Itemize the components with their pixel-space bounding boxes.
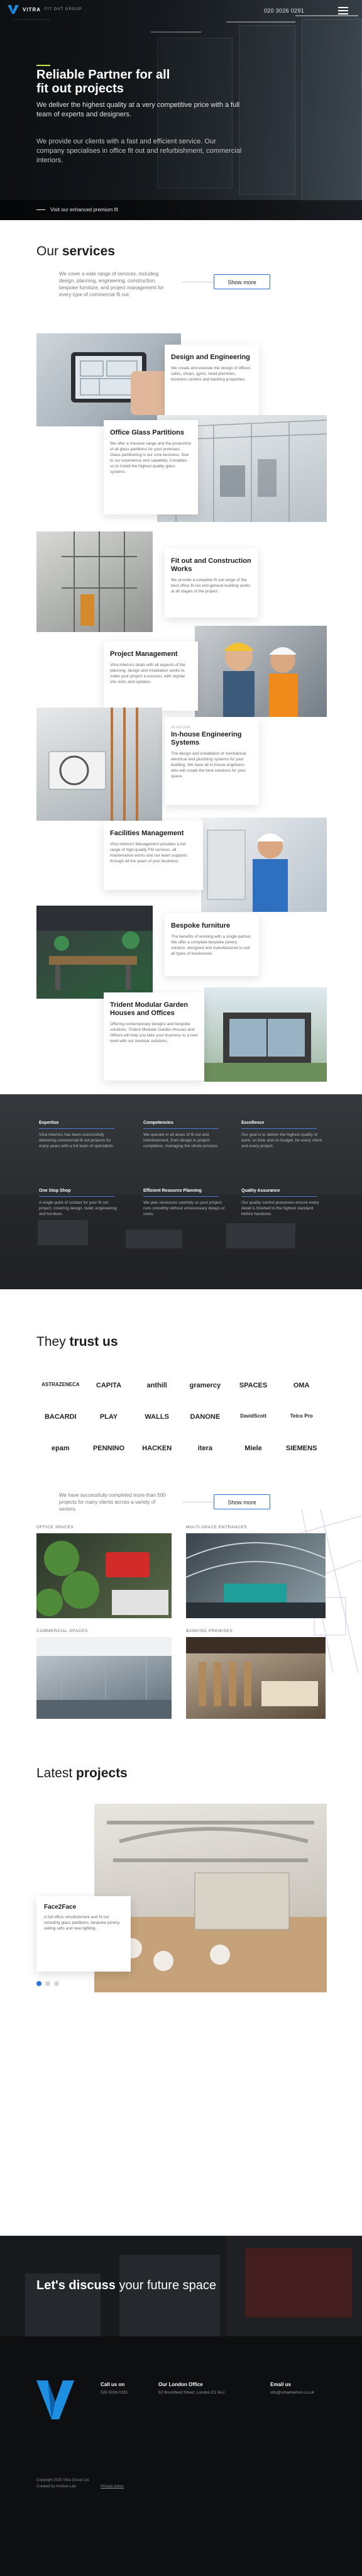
- service-card-furniture[interactable]: Bespoke furniture The benefits of workin…: [165, 913, 259, 976]
- project-category-office[interactable]: OFFICE SPACES: [36, 1525, 74, 1530]
- service-image-pm: [195, 626, 327, 717]
- client-logo: SIEMENS: [285, 1445, 317, 1452]
- service-card-fitout[interactable]: Fit out and Construction Works We provid…: [165, 548, 258, 618]
- service-image-fitout: [36, 531, 153, 632]
- footer-email-link[interactable]: info@vitrainteriors.co.uk: [270, 2390, 346, 2396]
- feature-expertise: Expertise Vitra Interiors has been succe…: [39, 1121, 114, 1148]
- feature-one-stop-shop: One Stop Shop A single point of contact …: [39, 1189, 117, 1216]
- client-logo: Miele: [244, 1445, 262, 1452]
- client-logo: SPACES: [239, 1382, 268, 1389]
- footer-call: Call us on 020 3026 0291: [101, 2382, 163, 2396]
- client-logo: gramercy: [189, 1382, 221, 1389]
- hero-accent-line: [36, 65, 50, 66]
- service-image-garden: [204, 987, 327, 1082]
- cta-section[interactable]: Let's discuss your future space: [0, 2236, 362, 2336]
- footer-made-by[interactable]: Created by Archiee Lab: [36, 2485, 76, 2489]
- project-image-office[interactable]: [36, 1533, 172, 1618]
- feature-quality-assurance: Quality Assurance Our quality control pr…: [241, 1189, 319, 1216]
- hero-title: Reliable Partner for all fit out project…: [36, 68, 170, 96]
- hero-text-2: We provide our clients with a fast and e…: [36, 138, 242, 164]
- footer: Call us on 020 3026 0291 Our London Offi…: [0, 2336, 362, 2576]
- service-image-engineering: [36, 708, 162, 821]
- hero-link[interactable]: Visit our enhanced premium fit: [50, 207, 118, 213]
- client-logo: Telco Pro: [290, 1413, 313, 1419]
- slider-dot-active[interactable]: [36, 1981, 41, 1986]
- services-title: Our services: [36, 244, 115, 258]
- latest-title: Latest projects: [36, 1766, 128, 1780]
- service-card-engineering[interactable]: IN-HOUSE In-house Engineering Systems Th…: [165, 717, 259, 805]
- client-logo: CAPITA: [96, 1382, 122, 1389]
- service-card-garden[interactable]: Trident Modular Garden Houses and Office…: [104, 992, 204, 1080]
- client-logo: PENNINO: [92, 1445, 125, 1452]
- feature-excellence: Excellence Our goal is to deliver the hi…: [241, 1121, 322, 1148]
- brand-logo[interactable]: VITRA FIT OUT GROUP: [8, 5, 82, 14]
- service-image-fm: [201, 818, 327, 912]
- footer-copyright: Copyright 2025 Vitra Group Ltd.: [36, 2479, 90, 2482]
- services-lead: We cover a wide range of services, inclu…: [59, 271, 164, 297]
- service-image-design: [36, 333, 181, 426]
- project-image-entrances[interactable]: [186, 1533, 326, 1618]
- client-logo: ASTRAZENECA: [41, 1382, 80, 1387]
- vitra-logo-icon: [8, 5, 19, 14]
- hero-text-1: We deliver the highest quality at a very…: [36, 101, 240, 118]
- services-show-more-button[interactable]: Show more: [214, 274, 270, 289]
- trust-show-more-button[interactable]: Show more: [214, 1494, 270, 1509]
- project-category-commercial[interactable]: COMMERCIAL SPACES: [36, 1629, 88, 1633]
- footer-privacy-link[interactable]: Privacy policy: [101, 2485, 124, 2489]
- footer-logo-icon[interactable]: [36, 2380, 74, 2419]
- project-category-entrances[interactable]: MULTI-SPACE ENTRANCES: [186, 1525, 247, 1530]
- project-image-banking[interactable]: [186, 1637, 326, 1719]
- hamburger-icon[interactable]: [338, 5, 348, 16]
- client-logo: DANONE: [190, 1413, 221, 1421]
- service-image-furniture: [36, 906, 153, 999]
- nav-phone-link[interactable]: 020 3026 0291: [264, 8, 304, 14]
- client-logo: itera: [197, 1445, 212, 1452]
- slider-dot[interactable]: [54, 1981, 59, 1986]
- hero-bottom-bar: Visit our enhanced premium fit: [0, 200, 362, 220]
- hero-link-line: [36, 209, 45, 210]
- client-logo: HACKEN: [142, 1445, 172, 1452]
- service-card-glass[interactable]: Office Glass Partitions We offer a massi…: [104, 420, 198, 514]
- client-logos: ASTRAZENECA CAPITA anthill gramercy SPACES OM…: [36, 1374, 326, 1468]
- client-logo: DavidScott: [240, 1413, 266, 1419]
- client-logo: epam: [51, 1445, 70, 1452]
- feature-competencies: Competencies We operate in all areas of …: [143, 1121, 219, 1148]
- trust-lead: We have successfully completed more than…: [59, 1492, 166, 1512]
- client-logo: BACARDI: [44, 1413, 77, 1421]
- client-logo: anthill: [146, 1382, 167, 1389]
- slider-dot[interactable]: [45, 1981, 50, 1986]
- footer-phone-link[interactable]: 020 3026 0291: [101, 2390, 163, 2396]
- brand-name: VITRA: [23, 6, 41, 13]
- hero-section: VITRA FIT OUT GROUP 020 3026 0291 Reliab…: [0, 0, 362, 220]
- service-card-pm[interactable]: Project Management Vitra Interiors deals…: [104, 641, 198, 711]
- service-card-fm[interactable]: Facilities Management Vitra Interiors Ma…: [104, 821, 203, 890]
- latest-project-card[interactable]: Face2Face A full office refurbishment an…: [36, 1896, 131, 1972]
- footer-email: Email us info@vitrainteriors.co.uk: [270, 2382, 346, 2396]
- client-logo: WALLS: [145, 1413, 169, 1421]
- client-logo: OMA: [293, 1382, 310, 1389]
- cta-title: Let's discuss your future space: [36, 2279, 217, 2292]
- project-category-banking[interactable]: BANKING PREMISES: [186, 1629, 233, 1633]
- brand-sub: FIT OUT GROUP: [45, 8, 82, 11]
- footer-office: Our London Office 52 Brushfield Street, …: [158, 2382, 225, 2395]
- features-section: Expertise Vitra Interiors has been succe…: [0, 1094, 362, 1289]
- project-image-commercial[interactable]: [36, 1637, 172, 1719]
- client-logo: PLAY: [99, 1413, 118, 1421]
- feature-resource-planning: Efficient Resource Planning We plan reso…: [143, 1189, 225, 1216]
- trust-title: They trust us: [36, 1335, 118, 1349]
